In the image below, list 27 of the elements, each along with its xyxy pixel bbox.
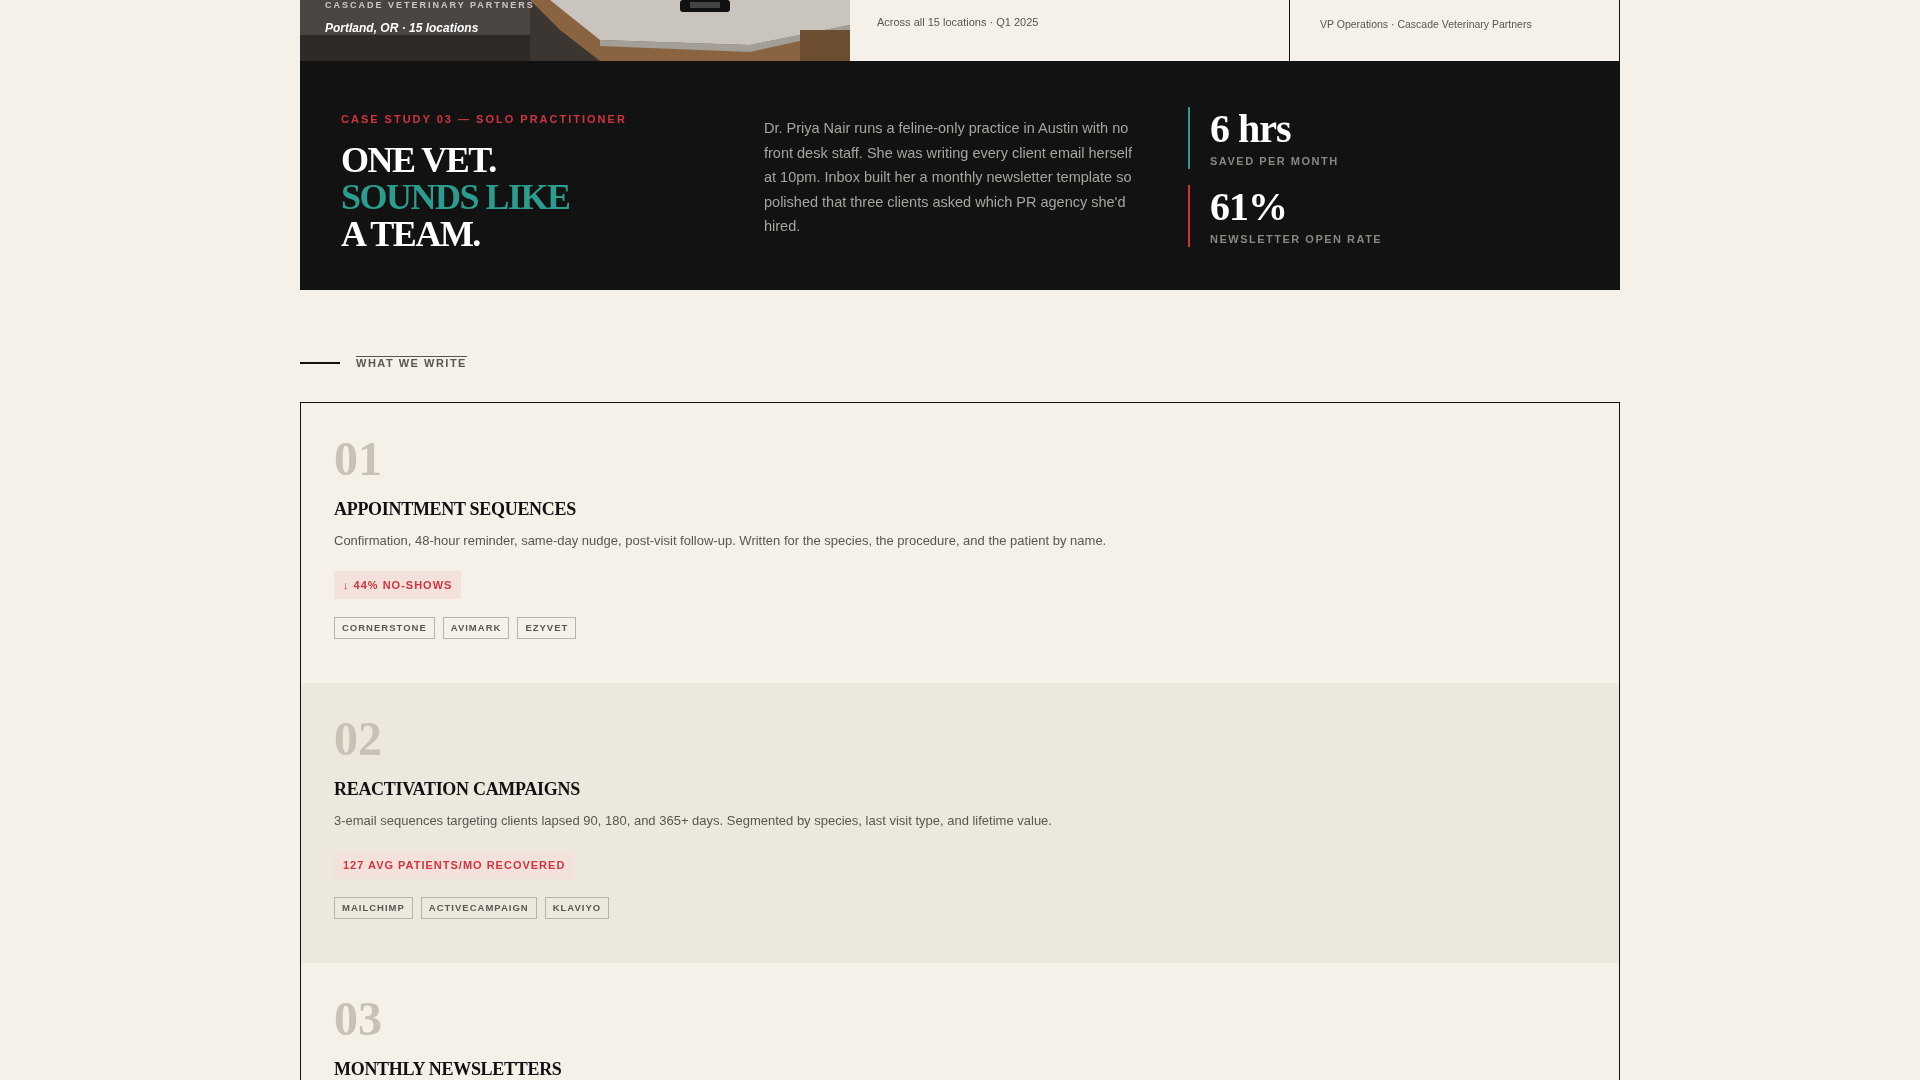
photo-caption: Portland, OR · 15 locations <box>325 20 480 37</box>
integration-tag: AVIMARK <box>442 617 510 640</box>
eyebrow-label: CASE STUDY 03 — SOLO PRACTITIONER <box>341 112 628 127</box>
result-badge: 127 AVG PATIENTS/MO RECOVERED <box>334 850 575 879</box>
integration-tag: MAILCHIMP <box>334 897 413 920</box>
service-description: 3-email sequences targeting clients lapsed 90, 180, and 365+ days. Segmented by species, last visit type, and lifetime value. <box>334 812 1052 830</box>
stat-label: NEWSLETTER OPEN RATE <box>1210 231 1383 247</box>
card-note: Across all 15 locations · Q1 2025 <box>877 16 1039 28</box>
result-badge: ↓ 44% NO-SHOWS <box>334 570 462 599</box>
card-note: VP Operations · Cascade Veterinary Partners <box>1320 18 1532 30</box>
section-label: WHAT WE WRITE <box>356 356 467 370</box>
eyebrow-label: CASCADE VETERINARY PARTNERS <box>325 0 535 10</box>
headline-line: SOUNDS LIKE <box>341 178 571 216</box>
headline-line: A TEAM. <box>341 215 481 253</box>
integration-tag: ACTIVECAMPAIGN <box>420 897 537 920</box>
stat-value: 6 hrs <box>1210 107 1292 151</box>
service-title: APPOINTMENT SEQUENCES <box>334 499 576 519</box>
integration-tag: EZYVET <box>517 617 577 640</box>
service-description: Confirmation, 48-hour reminder, same-day nudge, post-visit follow-up. Written for the species, the procedure, and the patient by name. <box>334 532 1107 550</box>
stat-label: SAVED PER MONTH <box>1210 154 1339 169</box>
case-study-text: Dr. Priya Nair runs a feline-only practice in Austin with no front desk staff. She was writing every client email herself at 10pm. Inbox built her a monthly newsletter template so polished that three clients asked which PR agency she'd hired. <box>764 119 1134 236</box>
service-title: REACTIVATION CAMPAIGNS <box>334 779 580 799</box>
integration-tag: KLAVIYO <box>544 897 610 920</box>
headline-line: ONE VET. <box>341 141 497 179</box>
service-title: MONTHLY NEWSLETTERS <box>334 1059 562 1079</box>
integration-tag: CORNERSTONE <box>334 617 435 640</box>
stat-value: 61% <box>1210 184 1288 229</box>
